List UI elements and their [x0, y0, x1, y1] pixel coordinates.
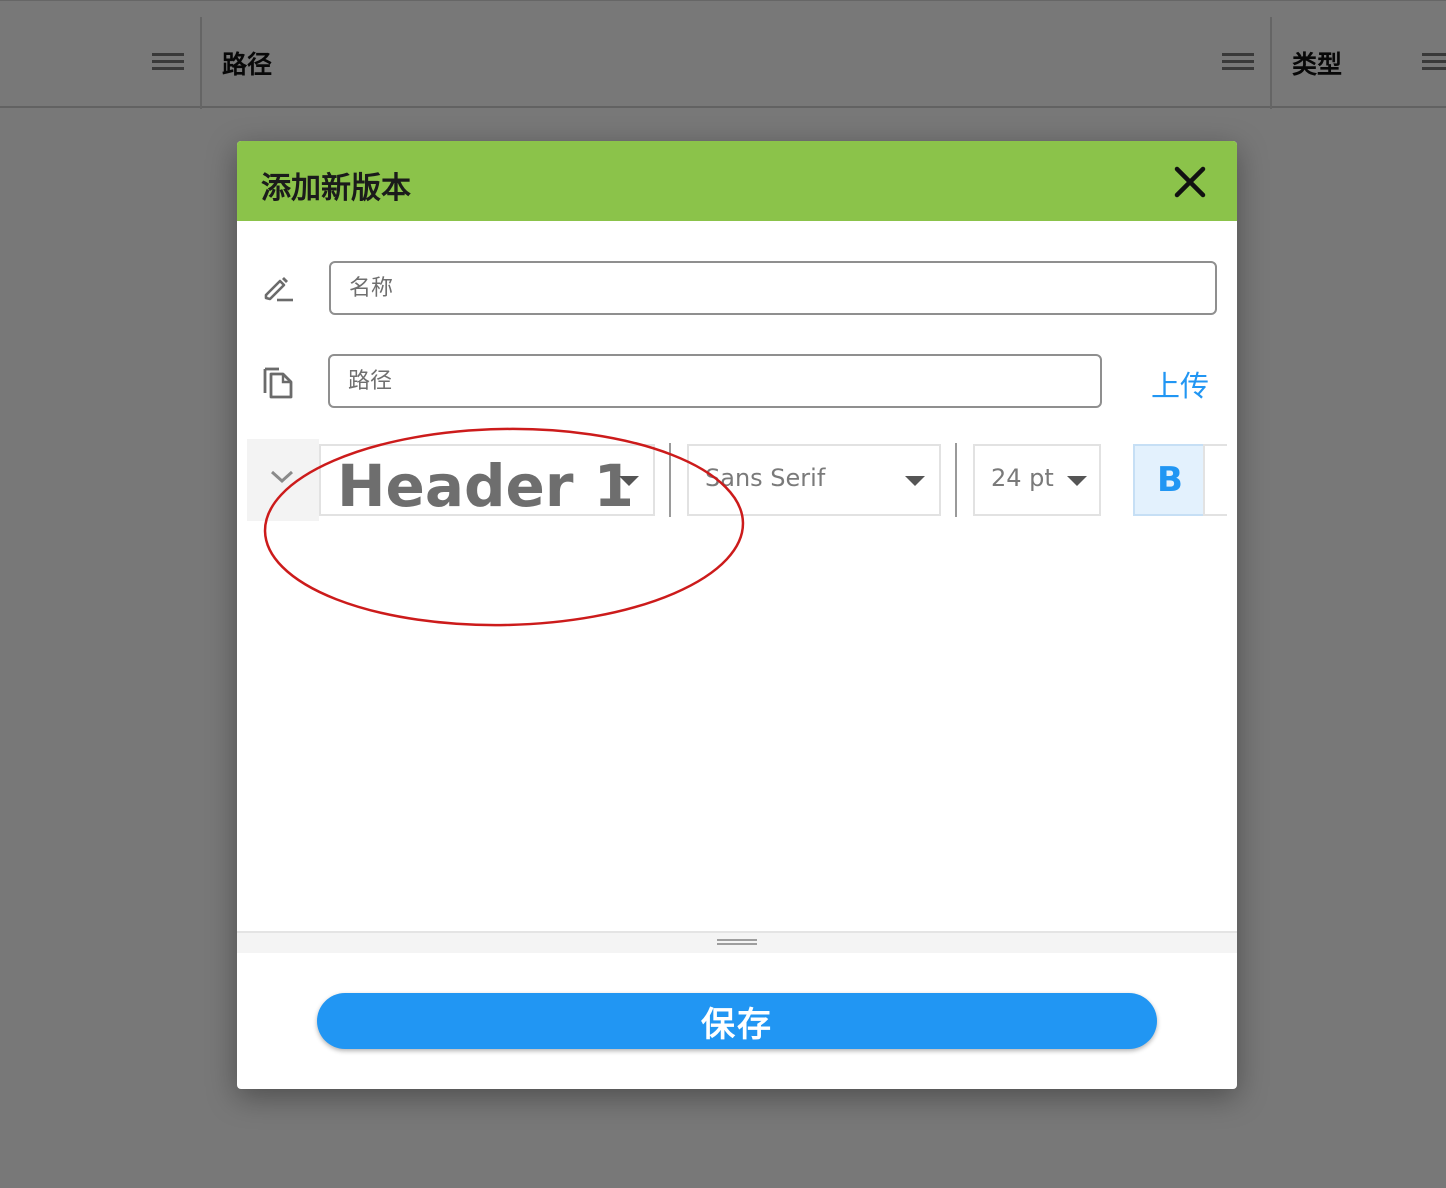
save-button[interactable]: 保存 — [317, 993, 1157, 1049]
path-field[interactable] — [328, 354, 1102, 408]
copy-document-icon — [261, 363, 293, 399]
editor-content[interactable] — [237, 531, 1237, 931]
font-size-value: 24 pt — [991, 464, 1054, 492]
grip-icon — [717, 939, 757, 947]
font-size-select[interactable]: 24 pt — [973, 444, 1101, 516]
name-field[interactable] — [329, 261, 1217, 315]
bold-button[interactable]: B — [1133, 444, 1205, 516]
editor-resize-handle[interactable] — [237, 931, 1237, 953]
caret-down-icon — [1067, 476, 1087, 486]
edit-pencil-icon — [263, 273, 295, 305]
upload-link[interactable]: 上传 — [1151, 363, 1209, 405]
caret-down-icon — [905, 476, 925, 486]
add-version-dialog: 添加新版本 上传 Header — [237, 141, 1237, 1089]
italic-button[interactable] — [1203, 444, 1227, 516]
bold-button-label: B — [1157, 460, 1183, 500]
dialog-title: 添加新版本 — [261, 171, 411, 206]
close-icon[interactable] — [1173, 165, 1207, 199]
dialog-header: 添加新版本 — [237, 141, 1237, 221]
toolbar-separator — [955, 443, 957, 517]
